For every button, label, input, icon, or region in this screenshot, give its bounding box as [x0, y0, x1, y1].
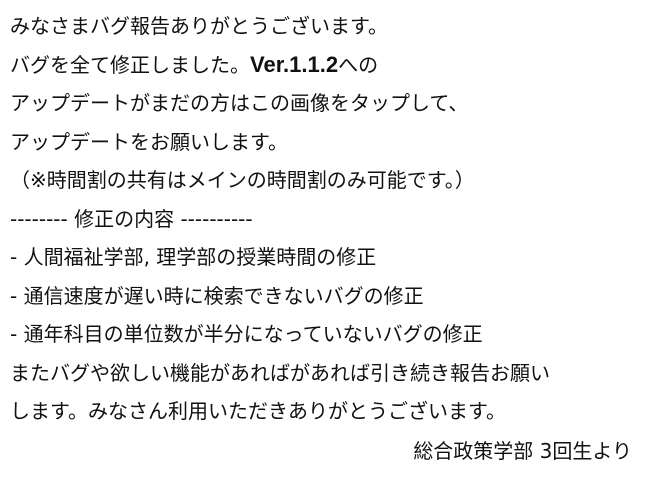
signature: 総合政策学部 3回生より — [413, 439, 632, 463]
closing-thanks-line: します。みなさん利用いただきありがとうございます。 — [10, 399, 506, 423]
fix-announcement-text: バグを全て修正しました。 — [10, 52, 250, 77]
fixes-heading: -------- 修正の内容 ---------- — [10, 206, 253, 231]
thanks-line: みなさまバグ報告ありがとうございます。 — [10, 14, 388, 38]
update-notice: みなさまバグ報告ありがとうございます。 バグを全て修正しました。Ver.1.1.… — [10, 7, 658, 431]
feedback-request-line: またバグや欲しい機能があればがあれば引き続き報告お願い — [10, 360, 550, 385]
update-instruction-line: アップデートがまだの方はこの画像をタップして、 — [10, 91, 469, 115]
fix-announcement-line: バグを全て修正しました。Ver.1.1.2への — [10, 46, 658, 85]
fix-announcement-suffix: への — [338, 52, 379, 77]
fix-item: - 通信速度が遅い時に検索できないバグの修正 — [10, 283, 424, 308]
fix-item: - 通年科目の単位数が半分になっていないバグの修正 — [10, 322, 483, 346]
fix-item: - 人間福祉学部, 理学部の授業時間の修正 — [10, 245, 377, 269]
version-number: Ver.1.1.2 — [250, 51, 339, 77]
update-request-line: アップデートをお願いします。 — [10, 129, 288, 154]
timetable-share-note: （※時間割の共有はメインの時間割のみ可能です。） — [10, 168, 475, 192]
